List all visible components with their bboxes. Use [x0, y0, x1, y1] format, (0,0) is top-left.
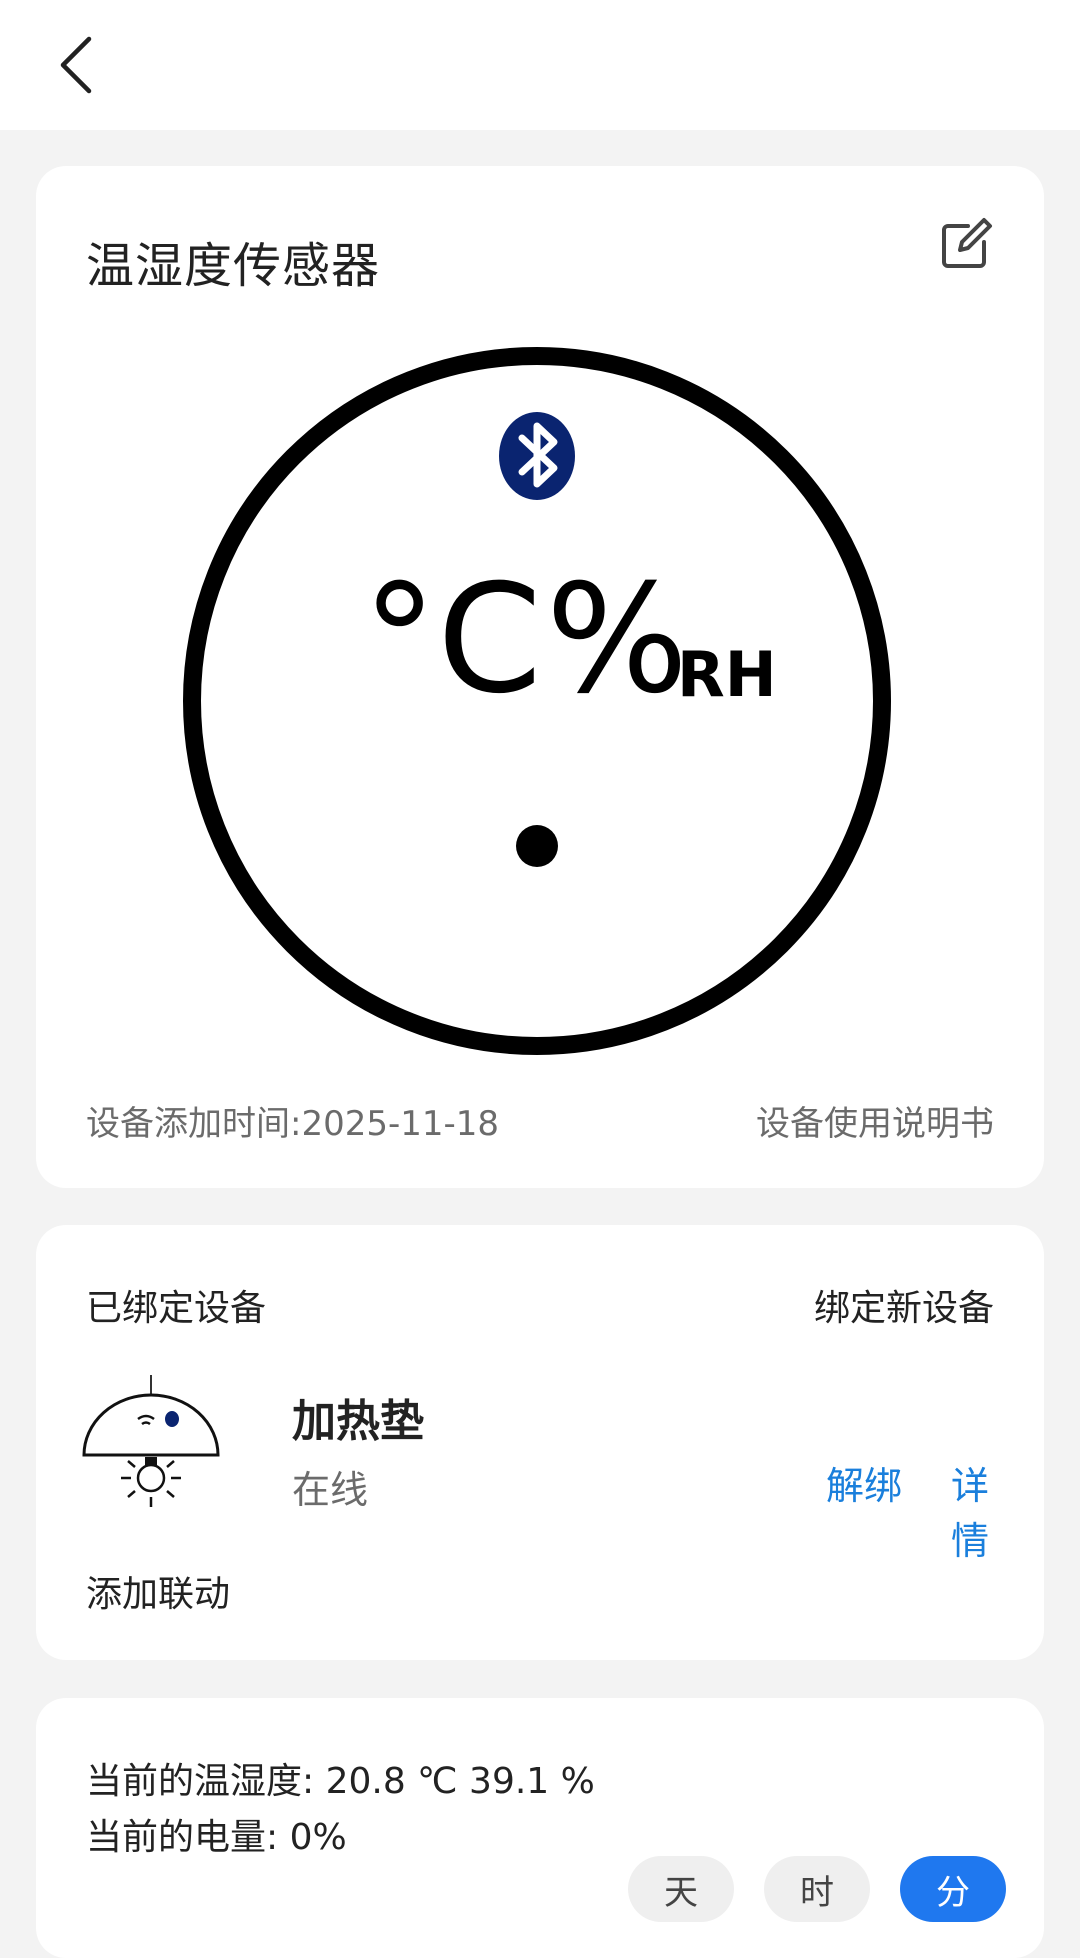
unbind-button[interactable]: 解绑	[826, 1455, 902, 1510]
edit-button[interactable]	[938, 216, 994, 272]
back-button[interactable]	[40, 30, 110, 100]
chevron-left-icon	[60, 36, 92, 94]
bound-device-item: 加热垫 在线 解绑 详情	[76, 1375, 1006, 1563]
bluetooth-icon	[499, 412, 575, 500]
bound-device-status: 在线	[292, 1468, 369, 1512]
readings-card: 当前的温湿度: 20.8 ℃ 39.1 % 当前的电量: 0% 天 时 分	[36, 1698, 1044, 1958]
edit-icon	[942, 218, 992, 268]
current-battery: 当前的电量: 0%	[86, 1817, 347, 1858]
device-detail-button[interactable]: 详情	[951, 1455, 1006, 1565]
added-time-label: 设备添加时间:	[86, 1104, 302, 1144]
tab-day[interactable]: 天	[628, 1856, 734, 1922]
tab-minute[interactable]: 分	[900, 1856, 1006, 1922]
tab-hour[interactable]: 时	[764, 1856, 870, 1922]
add-linkage-button[interactable]: 添加联动	[86, 1565, 230, 1617]
humidity-symbol: %	[546, 553, 689, 727]
heater-lamp-icon	[82, 1375, 220, 1507]
bound-device-name: 加热垫	[292, 1396, 424, 1447]
current-temp-humidity: 当前的温湿度: 20.8 ℃ 39.1 %	[86, 1761, 595, 1802]
device-added-time: 设备添加时间:2025-11-18	[86, 1096, 499, 1145]
device-title: 温湿度传感器	[86, 238, 381, 294]
sensor-card: 温湿度传感器 °C % RH 设备添加时间:2025-11-18 设备使用说明书	[36, 166, 1044, 1188]
humidity-unit: RH	[677, 638, 777, 711]
bind-new-device-button[interactable]: 绑定新设备	[814, 1279, 994, 1331]
sensor-illustration: °C % RH	[183, 347, 891, 1055]
bound-devices-card: 已绑定设备 绑定新设备 加热垫 在线 解绑 详情 添加联动	[36, 1225, 1044, 1660]
time-range-tabs: 天 时 分	[628, 1856, 1006, 1922]
bound-devices-label: 已绑定设备	[86, 1288, 267, 1329]
device-manual-link[interactable]: 设备使用说明书	[756, 1096, 994, 1145]
top-bar	[0, 0, 1080, 130]
celsius-symbol: °C	[362, 553, 542, 727]
indicator-dot	[516, 825, 558, 867]
added-time-value: 2025-11-18	[301, 1104, 500, 1144]
